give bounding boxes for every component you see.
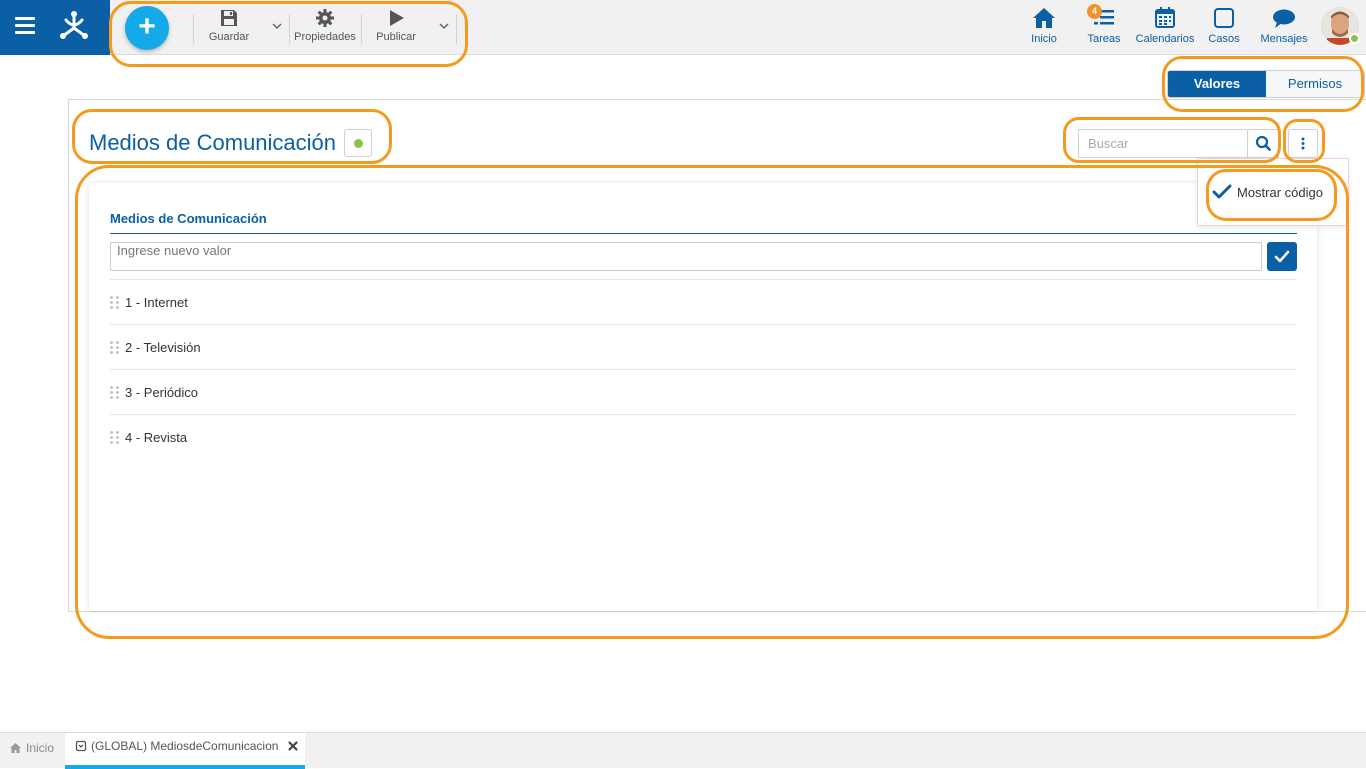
close-icon[interactable]: [287, 740, 299, 752]
check-icon: [1274, 250, 1290, 263]
logo-icon[interactable]: [56, 8, 92, 44]
list-item[interactable]: 4 - Revista: [110, 427, 187, 447]
save-label: Guardar: [208, 31, 250, 43]
nav-calendars-label: Calendarios: [1135, 33, 1195, 45]
calendar-icon: [1155, 7, 1175, 28]
status-indicator[interactable]: [344, 129, 372, 157]
publish-label: Publicar: [376, 31, 416, 43]
list-item-label: 1 - Internet: [125, 294, 188, 310]
view-tabs: Valores Permisos: [1167, 70, 1365, 98]
tab-permisos[interactable]: Permisos: [1266, 71, 1364, 97]
chat-bubble-icon: [1273, 9, 1295, 28]
nav-home[interactable]: Inicio: [1026, 6, 1062, 45]
list-item-label: 4 - Revista: [125, 429, 188, 445]
bottom-tab-home[interactable]: Inicio: [9, 733, 54, 769]
status-dot: [354, 139, 363, 148]
list-divider: [110, 324, 1297, 325]
publish-button[interactable]: Publicar: [372, 8, 420, 43]
page-title: Medios de Comunicación: [89, 130, 337, 155]
more-options-button[interactable]: [1288, 129, 1318, 158]
bottom-tab-home-label: Inicio: [26, 741, 55, 755]
options-dropdown: Mostrar código: [1197, 158, 1349, 226]
domain-object-icon: [75, 740, 87, 752]
search-input[interactable]: [1078, 129, 1248, 158]
bottom-tab-active[interactable]: (GLOBAL) MediosdeComunicacion: [65, 733, 305, 769]
list-item-label: 2 - Televisión: [125, 339, 201, 355]
gear-icon: [316, 9, 334, 27]
kebab-menu-icon: [1301, 137, 1305, 150]
home-icon: [10, 743, 21, 753]
list-item-label: 3 - Periódico: [125, 384, 198, 400]
list-item[interactable]: 2 - Televisión: [110, 337, 201, 357]
divider: [456, 14, 457, 44]
home-icon: [1033, 8, 1055, 28]
checkmark-icon: [1212, 184, 1232, 199]
drag-handle-icon[interactable]: [110, 431, 120, 444]
nav-tasks[interactable]: 4 Tareas: [1084, 4, 1124, 45]
nav-calendars[interactable]: Calendarios: [1134, 6, 1196, 45]
cases-icon: [1214, 8, 1234, 28]
confirm-button[interactable]: [1267, 242, 1297, 271]
divider: [193, 14, 194, 44]
card-title: Medios de Comunicación: [110, 211, 267, 226]
tab-valores[interactable]: Valores: [1168, 71, 1266, 97]
divider: [289, 14, 290, 44]
show-code-label: Mostrar código: [1237, 184, 1323, 200]
list-item[interactable]: 1 - Internet: [110, 292, 188, 312]
tasks-badge: 4: [1087, 4, 1102, 19]
save-icon: [221, 10, 237, 26]
list-divider: [110, 369, 1297, 370]
nav-home-label: Inicio: [1031, 33, 1057, 45]
play-icon: [390, 10, 404, 26]
drag-handle-icon[interactable]: [110, 386, 120, 399]
menu-block: [0, 0, 110, 55]
nav-cases-label: Casos: [1208, 33, 1240, 45]
search-button[interactable]: [1247, 129, 1279, 158]
nav-cases[interactable]: Casos: [1206, 6, 1242, 45]
divider: [361, 14, 362, 44]
nav-messages-label: Mensajes: [1260, 33, 1308, 45]
list-divider: [110, 279, 1297, 280]
properties-button[interactable]: Propiedades: [292, 8, 358, 43]
new-value-input[interactable]: [110, 242, 1262, 271]
drag-handle-icon[interactable]: [110, 341, 120, 354]
chevron-down-icon[interactable]: [271, 20, 283, 32]
nav-messages[interactable]: Mensajes: [1258, 6, 1310, 45]
chevron-down-icon[interactable]: [438, 20, 450, 32]
hamburger-menu-icon[interactable]: [15, 17, 35, 35]
show-code-option[interactable]: Mostrar código: [1212, 183, 1323, 201]
list-divider: [110, 414, 1297, 415]
drag-handle-icon[interactable]: [110, 296, 120, 309]
list-item[interactable]: 3 - Periódico: [110, 382, 198, 402]
card-title-underline: [110, 233, 1297, 234]
search-icon: [1255, 135, 1271, 151]
nav-tasks-label: Tareas: [1087, 33, 1121, 45]
properties-label: Propiedades: [294, 31, 356, 43]
add-button[interactable]: +: [125, 6, 169, 50]
bottom-tab-active-label: (GLOBAL) MediosdeComunicacion: [91, 739, 279, 753]
bottom-tab-bar: Inicio (GLOBAL) MediosdeComunicacion: [0, 732, 1366, 769]
online-status-indicator: [1349, 33, 1360, 44]
top-bar: + Guardar Propiedades Publicar Inicio 4 …: [0, 0, 1366, 55]
save-button[interactable]: Guardar: [205, 8, 253, 43]
